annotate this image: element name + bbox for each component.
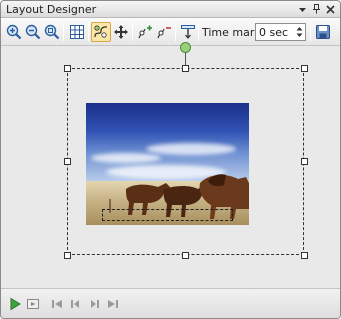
toolbar-separator (175, 23, 176, 41)
play-icon[interactable] (7, 297, 23, 311)
first-frame-icon[interactable] (49, 297, 65, 311)
horses-photo[interactable] (86, 103, 249, 225)
playback-bar (1, 288, 340, 318)
preview-icon[interactable] (25, 297, 41, 311)
resize-handle-top-right[interactable] (301, 65, 308, 72)
resize-handle-bottom[interactable] (182, 252, 189, 259)
inner-selection-box[interactable] (102, 209, 233, 221)
resize-handle-top[interactable] (182, 65, 189, 72)
title-bar: Layout Designer (1, 1, 340, 18)
horses-silhouette (109, 174, 249, 219)
resize-handle-bottom-left[interactable] (64, 252, 71, 259)
resize-handle-right[interactable] (301, 158, 308, 165)
pin-icon[interactable] (310, 3, 323, 15)
toolbar-separator (198, 23, 199, 41)
zoom-in-icon[interactable] (4, 22, 24, 42)
motion-path-icon[interactable] (91, 22, 111, 42)
zoom-fit-icon[interactable] (42, 22, 62, 42)
title-bar-buttons (296, 3, 337, 15)
time-mark-spinner-icon[interactable] (295, 25, 304, 39)
toolbar-separator (88, 23, 89, 41)
resize-handle-left[interactable] (64, 158, 71, 165)
layout-designer-window: Layout Designer Time mark: 0 sec (0, 0, 341, 319)
last-frame-icon[interactable] (105, 297, 121, 311)
rotation-handle[interactable] (180, 42, 191, 53)
align-icon[interactable] (178, 22, 198, 42)
resize-handle-top-left[interactable] (64, 65, 71, 72)
time-mark-value[interactable]: 0 sec (259, 26, 288, 39)
zoom-out-icon[interactable] (23, 22, 43, 42)
pan-icon[interactable] (111, 22, 131, 42)
previous-frame-icon[interactable] (67, 297, 83, 311)
grid-icon[interactable] (67, 22, 87, 42)
toolbar-separator (63, 23, 64, 41)
next-frame-icon[interactable] (87, 297, 103, 311)
time-mark-field[interactable]: 0 sec (255, 23, 306, 41)
toolbar: Time mark: 0 sec (1, 18, 340, 46)
close-icon[interactable] (324, 3, 337, 15)
add-keyframe-icon[interactable] (135, 22, 155, 42)
dropdown-arrow-icon[interactable] (296, 3, 309, 15)
layout-canvas[interactable] (1, 42, 340, 287)
toolbar-separator (132, 23, 133, 41)
resize-handle-bottom-right[interactable] (301, 252, 308, 259)
toolbar-separator (310, 23, 311, 41)
window-title: Layout Designer (6, 3, 97, 16)
remove-keyframe-icon[interactable] (154, 22, 174, 42)
save-icon[interactable] (313, 22, 333, 42)
